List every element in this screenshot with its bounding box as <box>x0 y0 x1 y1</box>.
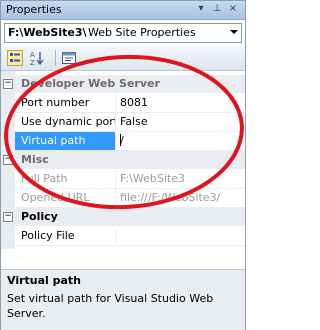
object-type: Web Site Properties <box>88 26 196 39</box>
categorized-icon[interactable] <box>7 50 23 66</box>
category-developer-web-server[interactable]: − Developer Web Server <box>1 75 245 93</box>
category-policy[interactable]: − Policy <box>1 208 245 226</box>
property-row-port-number[interactable]: Port number 8081 <box>1 94 245 113</box>
collapse-icon[interactable]: − <box>3 79 13 89</box>
property-name-cell[interactable]: Virtual path <box>15 132 116 151</box>
title-bar[interactable]: Properties ▾ ⊥ × <box>1 1 245 20</box>
property-name: Virtual path <box>21 134 86 147</box>
alphabetical-icon[interactable]: A Z <box>29 50 45 67</box>
collapse-icon[interactable]: − <box>3 155 13 165</box>
pin-icon[interactable]: ⊥ <box>210 2 224 16</box>
property-row-opened-url[interactable]: Opened URL file:///F:/WebSite3/ <box>1 189 245 208</box>
property-row-full-path[interactable]: Full Path F:\WebSite3 <box>1 170 245 189</box>
property-grid: − Developer Web Server Port number 8081 … <box>1 71 245 249</box>
property-name: Policy File <box>21 229 75 242</box>
property-value: 8081 <box>120 96 148 109</box>
property-name-cell[interactable]: Port number <box>15 94 116 113</box>
text-caret <box>120 134 121 146</box>
property-name: Opened URL <box>21 191 90 204</box>
property-name-cell[interactable]: Opened URL <box>15 189 116 208</box>
property-value-cell[interactable]: file:///F:/WebSite3/ <box>116 189 245 208</box>
property-row-use-dynamic-ports[interactable]: Use dynamic ports False <box>1 113 245 132</box>
collapse-icon[interactable]: − <box>3 212 13 222</box>
property-name-cell[interactable]: Use dynamic ports <box>15 113 116 132</box>
category-misc[interactable]: − Misc <box>1 151 245 169</box>
property-name-cell[interactable]: Full Path <box>15 170 116 189</box>
description-text: Set virtual path for Visual Studio Web S… <box>7 292 214 320</box>
property-row-policy-file[interactable]: Policy File <box>1 227 245 246</box>
description-title: Virtual path <box>7 274 82 287</box>
property-value: file:///F:/WebSite3/ <box>120 191 221 204</box>
property-pages-icon[interactable] <box>61 50 77 66</box>
close-icon[interactable]: × <box>226 2 240 16</box>
description-panel: Virtual path Set virtual path for Visual… <box>1 269 245 330</box>
property-value: F:\WebSite3 <box>120 172 185 185</box>
property-value-cell[interactable]: F:\WebSite3 <box>116 170 245 189</box>
svg-text:A: A <box>30 51 35 59</box>
property-row-virtual-path[interactable]: Virtual path / <box>1 132 245 151</box>
properties-toolbar: A Z <box>1 46 245 71</box>
object-name: F:\WebSite3\ <box>8 26 87 39</box>
property-name: Port number <box>21 96 90 109</box>
property-name: Use dynamic ports <box>21 115 116 128</box>
property-value-cell[interactable]: False <box>116 113 245 132</box>
property-name-cell[interactable]: Policy File <box>15 227 116 246</box>
window-menu-icon[interactable]: ▾ <box>194 2 208 16</box>
property-value-cell[interactable]: 8081 <box>116 94 245 113</box>
properties-window: Properties ▾ ⊥ × F:\WebSite3\ Web Site P… <box>0 0 246 330</box>
toolbar-separator <box>55 50 56 66</box>
category-label: Misc <box>21 153 49 166</box>
property-value: False <box>120 115 148 128</box>
category-label: Policy <box>21 210 58 223</box>
property-name: Full Path <box>21 172 68 185</box>
svg-text:Z: Z <box>30 59 35 66</box>
category-label: Developer Web Server <box>21 77 160 90</box>
object-selector[interactable]: F:\WebSite3\ Web Site Properties <box>4 23 242 43</box>
property-value-editor[interactable]: / <box>116 132 245 151</box>
chevron-down-icon[interactable] <box>230 30 238 34</box>
window-title: Properties <box>6 3 62 16</box>
property-value-cell[interactable] <box>116 227 245 246</box>
